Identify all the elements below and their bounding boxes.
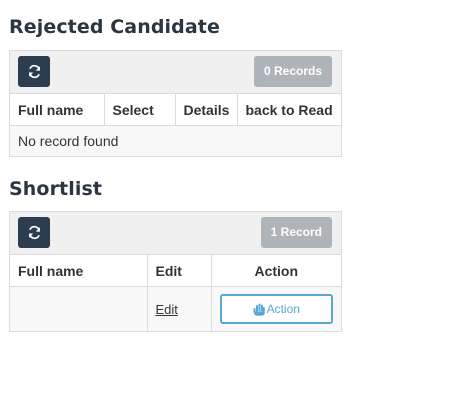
rejected-table: Full name Select Details back to Read No… [10,94,341,156]
no-record-message: No record found [10,125,341,156]
column-header-details[interactable]: Details [175,94,238,126]
full-name-cell [10,286,148,331]
shortlist-records-badge: 1 Record [260,217,332,248]
edit-cell: Edit [147,286,212,331]
action-button[interactable]: Action [219,294,333,324]
shortlist-refresh-button[interactable] [18,217,50,248]
column-header-select[interactable]: Select [104,94,176,126]
shortlist-panel: 1 Record Full name Edit Action Edit Acti… [9,211,342,332]
column-header-full-name[interactable]: Full name [10,255,148,287]
rejected-records-badge: 0 Records [253,56,332,87]
rejected-table-header: Full name Select Details back to Read [10,94,341,126]
action-button-label: Action [266,302,300,316]
table-row: Edit Action [10,286,341,331]
edit-link[interactable]: Edit [156,302,178,317]
action-cell: Action [211,286,341,331]
rejected-candidate-panel: 0 Records Full name Select Details back … [9,50,342,157]
table-row: No record found [10,125,341,156]
column-header-full-name[interactable]: Full name [10,94,105,126]
shortlist-table-header: Full name Edit Action [10,255,341,287]
shortlist-title: Shortlist [9,178,103,200]
shortlist-toolbar: 1 Record [10,212,341,255]
column-header-action[interactable]: Action [211,255,341,287]
column-header-back-to-read[interactable]: back to Read [237,94,341,126]
rejected-candidate-title: Rejected Candidate [9,16,220,38]
shortlist-table: Full name Edit Action Edit Action [10,255,341,331]
rejected-toolbar: 0 Records [10,51,341,94]
column-header-edit[interactable]: Edit [147,255,212,287]
refresh-icon [27,225,42,240]
rejected-refresh-button[interactable] [18,56,50,87]
refresh-icon [27,64,42,79]
hand-pointer-icon [253,303,265,316]
